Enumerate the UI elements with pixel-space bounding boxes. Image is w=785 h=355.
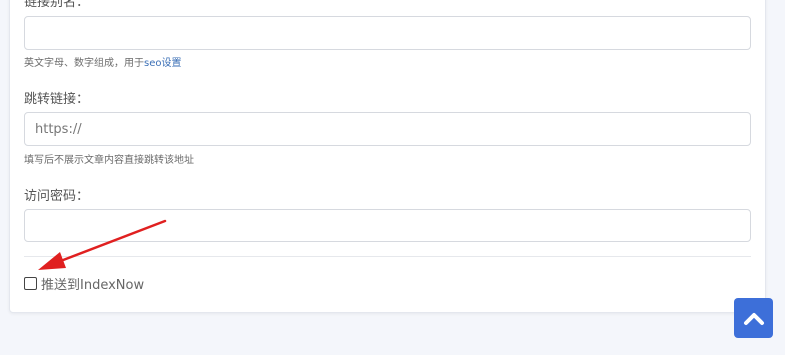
slug-help: 英文字母、数字组成，用于seo设置	[24, 54, 181, 69]
indexnow-label: 推送到IndexNow	[41, 278, 145, 293]
indexnow-checkbox[interactable]	[24, 277, 37, 290]
redirect-input[interactable]	[24, 112, 751, 146]
seo-settings-link[interactable]: seo设置	[144, 58, 181, 69]
redirect-help: 填写后不展示文章内容直接跳转该地址	[24, 155, 194, 166]
indexnow-option[interactable]: 推送到IndexNow	[24, 274, 144, 293]
redirect-label: 跳转链接：	[24, 92, 90, 107]
slug-label: 链接别名：	[24, 0, 90, 10]
back-to-top-button[interactable]	[734, 298, 773, 338]
password-label: 访问密码：	[24, 189, 90, 204]
chevron-up-icon	[743, 313, 764, 325]
password-input[interactable]	[24, 209, 751, 242]
slug-help-text: 英文字母、数字组成，用于	[24, 58, 144, 69]
divider	[24, 256, 751, 257]
slug-input[interactable]	[24, 16, 751, 50]
